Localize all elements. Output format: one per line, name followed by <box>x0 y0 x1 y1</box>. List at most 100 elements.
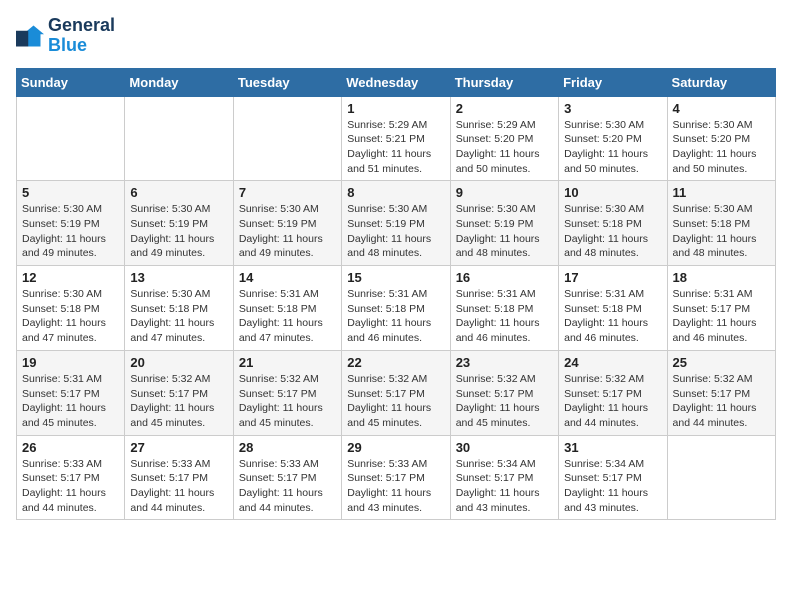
cell-0-4: 2Sunrise: 5:29 AMSunset: 5:20 PMDaylight… <box>450 96 558 181</box>
day-number: 6 <box>130 185 227 200</box>
cell-3-3: 22 Sunrise: 5:32 AMSunset: 5:17 PMDayligh… <box>342 350 450 435</box>
day-info: Sunrise: 5:30 AMSunset: 5:19 PMDaylight:… <box>22 202 119 261</box>
day-info: Sunrise: 5:30 AMSunset: 5:18 PMDaylight:… <box>564 202 661 261</box>
day-number: 26 <box>22 440 119 455</box>
cell-4-3: 29 Sunrise: 5:33 AMSunset: 5:17 PMDayligh… <box>342 435 450 520</box>
day-number: 25 <box>673 355 770 370</box>
cell-2-2: 14 Sunrise: 5:31 AMSunset: 5:18 PMDayligh… <box>233 266 341 351</box>
day-info: Sunrise: 5:30 AMSunset: 5:18 PMDaylight:… <box>673 202 770 261</box>
page-header: General Blue <box>16 16 776 56</box>
header-tuesday: Tuesday <box>233 68 341 96</box>
cell-4-4: 30Sunrise: 5:34 AMSunset: 5:17 PMDayligh… <box>450 435 558 520</box>
cell-4-0: 26 Sunrise: 5:33 AMSunset: 5:17 PMDayligh… <box>17 435 125 520</box>
day-number: 12 <box>22 270 119 285</box>
cell-1-3: 8Sunrise: 5:30 AMSunset: 5:19 PMDaylight… <box>342 181 450 266</box>
cell-1-5: 10 Sunrise: 5:30 AMSunset: 5:18 PMDayligh… <box>559 181 667 266</box>
logo: General Blue <box>16 16 115 56</box>
week-row-3: 12 Sunrise: 5:30 AMSunset: 5:18 PMDayligh… <box>17 266 776 351</box>
cell-1-1: 6 Sunrise: 5:30 AMSunset: 5:19 PMDaylight… <box>125 181 233 266</box>
day-info: Sunrise: 5:30 AMSunset: 5:19 PMDaylight:… <box>239 202 336 261</box>
header-thursday: Thursday <box>450 68 558 96</box>
day-number: 9 <box>456 185 553 200</box>
day-number: 27 <box>130 440 227 455</box>
day-number: 4 <box>673 101 770 116</box>
cell-4-6 <box>667 435 775 520</box>
day-number: 30 <box>456 440 553 455</box>
day-number: 18 <box>673 270 770 285</box>
day-info: Sunrise: 5:32 AMSunset: 5:17 PMDaylight:… <box>673 372 770 431</box>
day-number: 28 <box>239 440 336 455</box>
cell-2-3: 15 Sunrise: 5:31 AMSunset: 5:18 PMDayligh… <box>342 266 450 351</box>
day-number: 13 <box>130 270 227 285</box>
day-info: Sunrise: 5:31 AMSunset: 5:18 PMDaylight:… <box>347 287 444 346</box>
cell-2-0: 12 Sunrise: 5:30 AMSunset: 5:18 PMDayligh… <box>17 266 125 351</box>
day-info: Sunrise: 5:32 AMSunset: 5:17 PMDaylight:… <box>239 372 336 431</box>
day-number: 20 <box>130 355 227 370</box>
day-number: 24 <box>564 355 661 370</box>
day-info: Sunrise: 5:34 AMSunset: 5:17 PMDaylight:… <box>564 457 661 516</box>
day-number: 1 <box>347 101 444 116</box>
cell-1-4: 9Sunrise: 5:30 AMSunset: 5:19 PMDaylight… <box>450 181 558 266</box>
cell-0-5: 3 Sunrise: 5:30 AMSunset: 5:20 PMDaylight… <box>559 96 667 181</box>
cell-4-1: 27 Sunrise: 5:33 AMSunset: 5:17 PMDayligh… <box>125 435 233 520</box>
day-number: 3 <box>564 101 661 116</box>
week-row-4: 19Sunrise: 5:31 AMSunset: 5:17 PMDayligh… <box>17 350 776 435</box>
day-number: 29 <box>347 440 444 455</box>
day-number: 21 <box>239 355 336 370</box>
day-info: Sunrise: 5:32 AMSunset: 5:17 PMDaylight:… <box>456 372 553 431</box>
day-info: Sunrise: 5:31 AMSunset: 5:18 PMDaylight:… <box>564 287 661 346</box>
day-number: 22 <box>347 355 444 370</box>
calendar-header: SundayMondayTuesdayWednesdayThursdayFrid… <box>17 68 776 96</box>
cell-2-4: 16Sunrise: 5:31 AMSunset: 5:18 PMDayligh… <box>450 266 558 351</box>
cell-3-0: 19Sunrise: 5:31 AMSunset: 5:17 PMDayligh… <box>17 350 125 435</box>
day-number: 17 <box>564 270 661 285</box>
cell-4-2: 28 Sunrise: 5:33 AMSunset: 5:17 PMDayligh… <box>233 435 341 520</box>
cell-3-6: 25 Sunrise: 5:32 AMSunset: 5:17 PMDayligh… <box>667 350 775 435</box>
header-saturday: Saturday <box>667 68 775 96</box>
header-wednesday: Wednesday <box>342 68 450 96</box>
day-info: Sunrise: 5:30 AMSunset: 5:18 PMDaylight:… <box>130 287 227 346</box>
day-number: 14 <box>239 270 336 285</box>
day-number: 15 <box>347 270 444 285</box>
cell-3-2: 21 Sunrise: 5:32 AMSunset: 5:17 PMDayligh… <box>233 350 341 435</box>
day-number: 8 <box>347 185 444 200</box>
logo-text: General Blue <box>48 16 115 56</box>
cell-1-0: 5Sunrise: 5:30 AMSunset: 5:19 PMDaylight… <box>17 181 125 266</box>
header-sunday: Sunday <box>17 68 125 96</box>
cell-0-2 <box>233 96 341 181</box>
calendar-body: 1 Sunrise: 5:29 AMSunset: 5:21 PMDaylight… <box>17 96 776 520</box>
header-row: SundayMondayTuesdayWednesdayThursdayFrid… <box>17 68 776 96</box>
header-friday: Friday <box>559 68 667 96</box>
cell-3-1: 20Sunrise: 5:32 AMSunset: 5:17 PMDayligh… <box>125 350 233 435</box>
day-info: Sunrise: 5:31 AMSunset: 5:18 PMDaylight:… <box>239 287 336 346</box>
cell-0-0 <box>17 96 125 181</box>
day-info: Sunrise: 5:31 AMSunset: 5:18 PMDaylight:… <box>456 287 553 346</box>
cell-2-1: 13 Sunrise: 5:30 AMSunset: 5:18 PMDayligh… <box>125 266 233 351</box>
cell-3-4: 23Sunrise: 5:32 AMSunset: 5:17 PMDayligh… <box>450 350 558 435</box>
day-info: Sunrise: 5:30 AMSunset: 5:20 PMDaylight:… <box>564 118 661 177</box>
day-info: Sunrise: 5:33 AMSunset: 5:17 PMDaylight:… <box>130 457 227 516</box>
day-info: Sunrise: 5:32 AMSunset: 5:17 PMDaylight:… <box>347 372 444 431</box>
day-number: 10 <box>564 185 661 200</box>
day-info: Sunrise: 5:33 AMSunset: 5:17 PMDaylight:… <box>239 457 336 516</box>
day-info: Sunrise: 5:31 AMSunset: 5:17 PMDaylight:… <box>673 287 770 346</box>
day-info: Sunrise: 5:30 AMSunset: 5:20 PMDaylight:… <box>673 118 770 177</box>
cell-2-5: 17 Sunrise: 5:31 AMSunset: 5:18 PMDayligh… <box>559 266 667 351</box>
day-info: Sunrise: 5:33 AMSunset: 5:17 PMDaylight:… <box>347 457 444 516</box>
day-info: Sunrise: 5:29 AMSunset: 5:21 PMDaylight:… <box>347 118 444 177</box>
day-info: Sunrise: 5:33 AMSunset: 5:17 PMDaylight:… <box>22 457 119 516</box>
day-info: Sunrise: 5:30 AMSunset: 5:18 PMDaylight:… <box>22 287 119 346</box>
calendar-table: SundayMondayTuesdayWednesdayThursdayFrid… <box>16 68 776 521</box>
day-number: 31 <box>564 440 661 455</box>
cell-1-6: 11 Sunrise: 5:30 AMSunset: 5:18 PMDayligh… <box>667 181 775 266</box>
week-row-2: 5Sunrise: 5:30 AMSunset: 5:19 PMDaylight… <box>17 181 776 266</box>
week-row-1: 1 Sunrise: 5:29 AMSunset: 5:21 PMDaylight… <box>17 96 776 181</box>
day-info: Sunrise: 5:31 AMSunset: 5:17 PMDaylight:… <box>22 372 119 431</box>
day-number: 7 <box>239 185 336 200</box>
day-info: Sunrise: 5:30 AMSunset: 5:19 PMDaylight:… <box>130 202 227 261</box>
cell-4-5: 31 Sunrise: 5:34 AMSunset: 5:17 PMDayligh… <box>559 435 667 520</box>
day-number: 11 <box>673 185 770 200</box>
cell-0-3: 1 Sunrise: 5:29 AMSunset: 5:21 PMDaylight… <box>342 96 450 181</box>
cell-1-2: 7 Sunrise: 5:30 AMSunset: 5:19 PMDaylight… <box>233 181 341 266</box>
cell-3-5: 24Sunrise: 5:32 AMSunset: 5:17 PMDayligh… <box>559 350 667 435</box>
